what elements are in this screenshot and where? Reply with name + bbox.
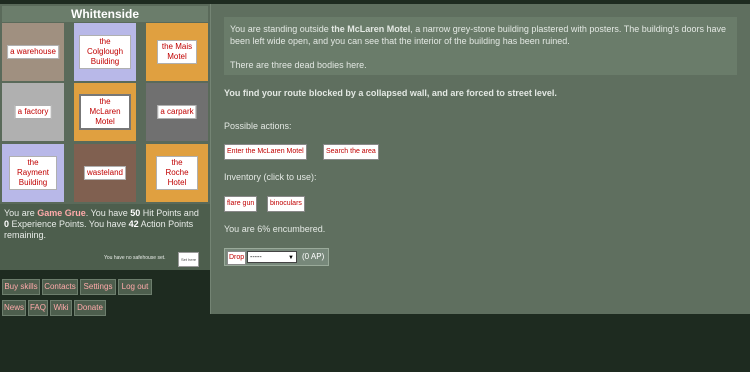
safehouse-note: You have no safehouse set. bbox=[104, 255, 166, 261]
inventory-item-binoculars[interactable]: binoculars bbox=[267, 196, 305, 212]
location-description: You are standing outside the McLaren Mot… bbox=[224, 17, 737, 75]
character-name: Game Grue bbox=[37, 208, 86, 218]
status-text: You are Game Grue. You have 50 Hit Point… bbox=[4, 208, 199, 240]
move-mais-motel-button[interactable]: the Mais Motel bbox=[157, 40, 197, 64]
main-panel: You are standing outside the McLaren Mot… bbox=[210, 4, 750, 314]
map-cell-mclaren-motel: the McLaren Motel bbox=[74, 83, 136, 141]
logout-button[interactable]: Log out bbox=[118, 279, 152, 295]
enter-building-button[interactable]: Enter the McLaren Motel bbox=[224, 144, 307, 160]
wiki-button[interactable]: Wiki bbox=[50, 300, 72, 316]
current-location-mclaren-motel: the McLaren Motel bbox=[79, 94, 131, 130]
route-message: You find your route blocked by a collaps… bbox=[224, 88, 557, 98]
move-wasteland-button[interactable]: wasteland bbox=[83, 166, 127, 180]
contacts-button[interactable]: Contacts bbox=[42, 279, 78, 295]
settings-button[interactable]: Settings bbox=[80, 279, 116, 295]
dropdown-arrow-icon: ▼ bbox=[288, 255, 294, 261]
drop-item-select[interactable]: ----- ▼ bbox=[247, 251, 297, 263]
donate-button[interactable]: Donate bbox=[74, 300, 106, 316]
action-points: 42 bbox=[128, 219, 139, 229]
description-text: You are standing outside the McLaren Mot… bbox=[230, 24, 726, 46]
move-carpark-button[interactable]: a carpark bbox=[157, 105, 197, 119]
character-status: You are Game Grue. You have 50 Hit Point… bbox=[0, 204, 210, 270]
map-cell-factory: a factory bbox=[2, 83, 64, 141]
move-factory-button[interactable]: a factory bbox=[14, 105, 52, 119]
drop-form: Drop ----- ▼ (0 AP) bbox=[224, 248, 329, 266]
move-warehouse-button[interactable]: a warehouse bbox=[7, 45, 59, 59]
map-cell-rayment: the Rayment Building bbox=[2, 144, 64, 202]
faq-button[interactable]: FAQ bbox=[28, 300, 48, 316]
buy-skills-button[interactable]: Buy skills bbox=[2, 279, 40, 295]
map-grid: Whittenside a warehouse the Colglough Bu… bbox=[0, 4, 210, 204]
move-roche-hotel-button[interactable]: the Roche Hotel bbox=[156, 156, 198, 190]
move-colglough-button[interactable]: the Colglough Building bbox=[79, 35, 131, 69]
map-cell-mais-motel: the Mais Motel bbox=[146, 23, 208, 81]
drop-ap-cost: (0 AP) bbox=[302, 252, 325, 261]
move-rayment-button[interactable]: the Rayment Building bbox=[9, 156, 57, 190]
encumbrance-text: You are 6% encumbered. bbox=[224, 224, 326, 234]
news-button[interactable]: News bbox=[2, 300, 26, 316]
map-cell-colglough: the Colglough Building bbox=[74, 23, 136, 81]
location-name: the McLaren Motel bbox=[331, 24, 411, 34]
set-safehouse-button[interactable]: Set here bbox=[178, 252, 200, 267]
inventory-label: Inventory (click to use): bbox=[224, 172, 317, 182]
map-cell-warehouse: a warehouse bbox=[2, 23, 64, 81]
map-cell-carpark: a carpark bbox=[146, 83, 208, 141]
drop-button[interactable]: Drop bbox=[227, 251, 247, 265]
dead-bodies-text: There are three dead bodies here. bbox=[230, 60, 367, 70]
inventory-item-flare-gun[interactable]: flare gun bbox=[224, 196, 258, 212]
map-cell-wasteland: wasteland bbox=[74, 144, 136, 202]
suburb-title: Whittenside bbox=[2, 6, 208, 22]
search-area-button[interactable]: Search the area bbox=[323, 144, 379, 160]
possible-actions-label: Possible actions: bbox=[224, 121, 292, 131]
hit-points: 50 bbox=[130, 208, 141, 218]
map-cell-roche-hotel: the Roche Hotel bbox=[146, 144, 208, 202]
